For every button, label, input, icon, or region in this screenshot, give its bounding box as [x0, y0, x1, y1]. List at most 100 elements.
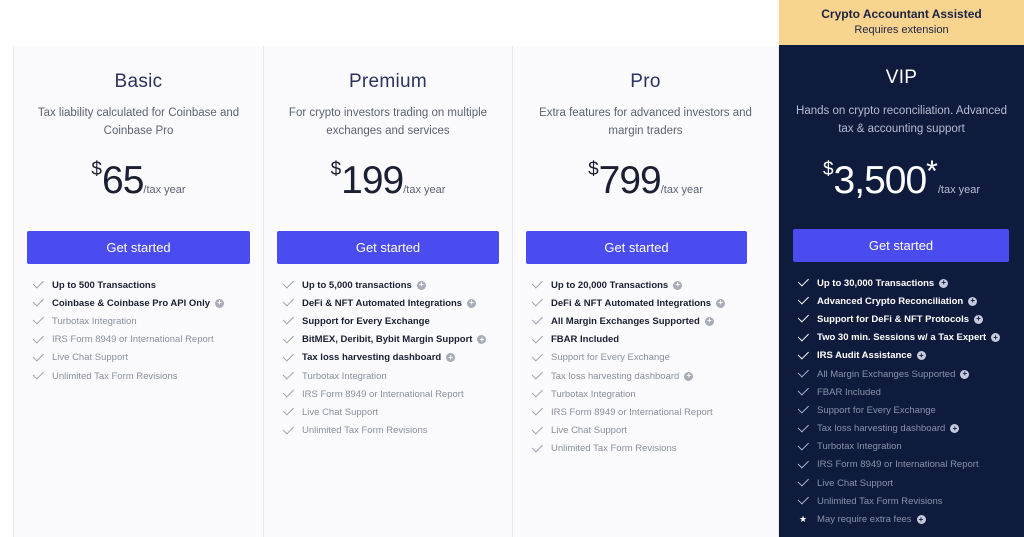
- get-started-button-basic[interactable]: Get started: [27, 231, 250, 264]
- plan-title: VIP: [885, 67, 918, 88]
- price-currency: $: [822, 159, 834, 180]
- feature-list: Up to 20,000 Transactions + DeFi & NFT Aut…: [531, 276, 726, 458]
- feature-item: Unlimited Tax Form Revisions: [797, 492, 1000, 510]
- feature-label: Turbotax Integration: [302, 370, 387, 382]
- feature-label: Live Chat Support: [817, 477, 894, 489]
- checkmark-icon: [32, 313, 44, 326]
- plan-title: Premium: [348, 71, 428, 92]
- feature-item: Support for DeFi & NFT Protocols +: [797, 310, 1000, 328]
- feature-item: Turbotax Integration: [797, 438, 1000, 456]
- feature-label: Up to 500 Transactions: [52, 279, 157, 291]
- feature-label: Unlimited Tax Form Revisions: [52, 370, 178, 382]
- checkmark-icon: [282, 350, 294, 362]
- info-icon[interactable]: +: [477, 335, 487, 345]
- checkmark-icon: [797, 348, 809, 360]
- feature-label: Two 30 min. Sessions w/ a Tax Expert: [817, 332, 987, 344]
- info-icon[interactable]: +: [704, 316, 714, 326]
- info-icon[interactable]: +: [916, 515, 926, 525]
- feature-label: IRS Form 8949 or International Report: [302, 388, 464, 400]
- plan-description: Tax liability calculated for Coinbase an…: [37, 107, 240, 137]
- checkmark-icon: [797, 439, 809, 451]
- feature-label: Coinbase & Coinbase Pro API Only: [52, 297, 211, 309]
- info-icon[interactable]: +: [939, 278, 949, 288]
- feature-item: All Margin Exchanges Supported +: [531, 312, 725, 330]
- checkmark-icon: [531, 386, 543, 398]
- checkmark-icon: [32, 368, 44, 380]
- info-icon[interactable]: +: [673, 280, 683, 290]
- feature-label: Tax loss harvesting dashboard: [551, 370, 680, 382]
- feature-item: Live Chat Support: [531, 422, 725, 440]
- feature-label: IRS Form 8949 or International Report: [52, 334, 214, 346]
- feature-label: Unlimited Tax Form Revisions: [817, 495, 943, 507]
- feature-item: Live Chat Support: [32, 349, 224, 367]
- info-icon[interactable]: +: [684, 371, 694, 381]
- star-icon: ★: [799, 514, 808, 525]
- price-currency: $: [588, 159, 599, 180]
- feature-item: BitMEX, Deribit, Bybit Margin Support +: [282, 331, 487, 349]
- info-icon[interactable]: +: [960, 369, 970, 379]
- feature-item: IRS Audit Assistance +: [797, 347, 1000, 365]
- info-icon[interactable]: +: [215, 298, 225, 308]
- feature-label: All Margin Exchanges Supported: [817, 368, 956, 380]
- feature-item: All Margin Exchanges Supported +: [797, 365, 1000, 383]
- feature-item: FBAR Included: [531, 331, 725, 349]
- checkmark-icon: [282, 404, 294, 416]
- feature-label: Live Chat Support: [302, 406, 379, 418]
- feature-label: DeFi & NFT Automated Integrations: [302, 297, 463, 309]
- get-started-button-pro[interactable]: Get started: [526, 231, 747, 264]
- checkmark-icon: [282, 422, 294, 435]
- feature-label: Live Chat Support: [551, 425, 628, 437]
- checkmark-icon: [32, 331, 44, 344]
- info-icon[interactable]: +: [968, 296, 978, 306]
- feature-item: Support for Every Exchange: [282, 312, 486, 330]
- info-icon[interactable]: +: [416, 280, 426, 290]
- feature-list: Up to 5,000 transactions + DeFi & NFT Auto…: [282, 276, 487, 440]
- price-currency: $: [330, 159, 342, 180]
- price-period: /tax year: [660, 184, 703, 196]
- feature-label: IRS Audit Assistance: [817, 350, 912, 362]
- feature-item: IRS Form 8949 or International Report: [32, 331, 224, 349]
- plan-card-pro: Pro Extra features for advanced investor…: [512, 46, 779, 537]
- feature-label: Advanced Crypto Reconciliation: [817, 295, 964, 307]
- info-icon[interactable]: +: [916, 351, 926, 361]
- checkmark-icon: [531, 277, 543, 289]
- feature-list: Up to 30,000 Transactions + Advanced Crypt…: [797, 274, 1001, 529]
- checkmark-icon: [797, 457, 809, 469]
- feature-label: FBAR Included: [817, 386, 881, 398]
- plan-price: $199/tax year: [264, 159, 512, 203]
- info-icon[interactable]: +: [950, 424, 960, 434]
- checkmark-icon: [797, 329, 809, 342]
- feature-label: Up to 5,000 transactions: [302, 279, 412, 291]
- info-icon[interactable]: +: [974, 314, 983, 324]
- feature-label: Unlimited Tax Form Revisions: [302, 425, 428, 437]
- info-icon[interactable]: +: [991, 333, 1001, 343]
- feature-label: Live Chat Support: [52, 352, 129, 364]
- feature-item: Unlimited Tax Form Revisions: [531, 440, 725, 458]
- checkmark-icon: [531, 368, 543, 380]
- plan-card-premium: Premium For crypto investors trading on …: [263, 46, 512, 537]
- feature-item: Live Chat Support: [282, 403, 486, 421]
- feature-list: Up to 500 Transactions Coinbase & Coinbas…: [32, 276, 225, 385]
- price-period: /tax year: [143, 184, 186, 196]
- checkmark-icon: [531, 331, 543, 344]
- info-icon[interactable]: +: [446, 353, 456, 363]
- feature-item: Turbotax Integration: [282, 367, 486, 385]
- info-icon[interactable]: +: [467, 298, 477, 308]
- plan-card-basic: Basic Tax liability calculated for Coinb…: [13, 46, 263, 537]
- plan-card-vip: VIP Hands on crypto reconciliation. Adva…: [779, 45, 1024, 537]
- feature-item: Unlimited Tax Form Revisions: [32, 367, 224, 385]
- feature-item: Turbotax Integration: [32, 312, 224, 330]
- checkmark-icon: [282, 295, 294, 307]
- get-started-button-vip[interactable]: Get started: [793, 229, 1009, 262]
- plan-price: $65/tax year: [14, 159, 263, 203]
- checkmark-icon: [797, 366, 809, 378]
- checkmark-icon: [32, 277, 44, 289]
- feature-label: Turbotax Integration: [817, 441, 902, 453]
- price-amount: 65: [102, 159, 144, 202]
- price-amount: 3,500: [833, 159, 928, 202]
- info-icon[interactable]: +: [716, 298, 726, 308]
- feature-label: All Margin Exchanges Supported: [551, 315, 700, 327]
- plan-title: Pro: [630, 71, 661, 92]
- feature-label: Tax loss harvesting dashboard: [817, 423, 946, 435]
- get-started-button-premium[interactable]: Get started: [277, 231, 499, 264]
